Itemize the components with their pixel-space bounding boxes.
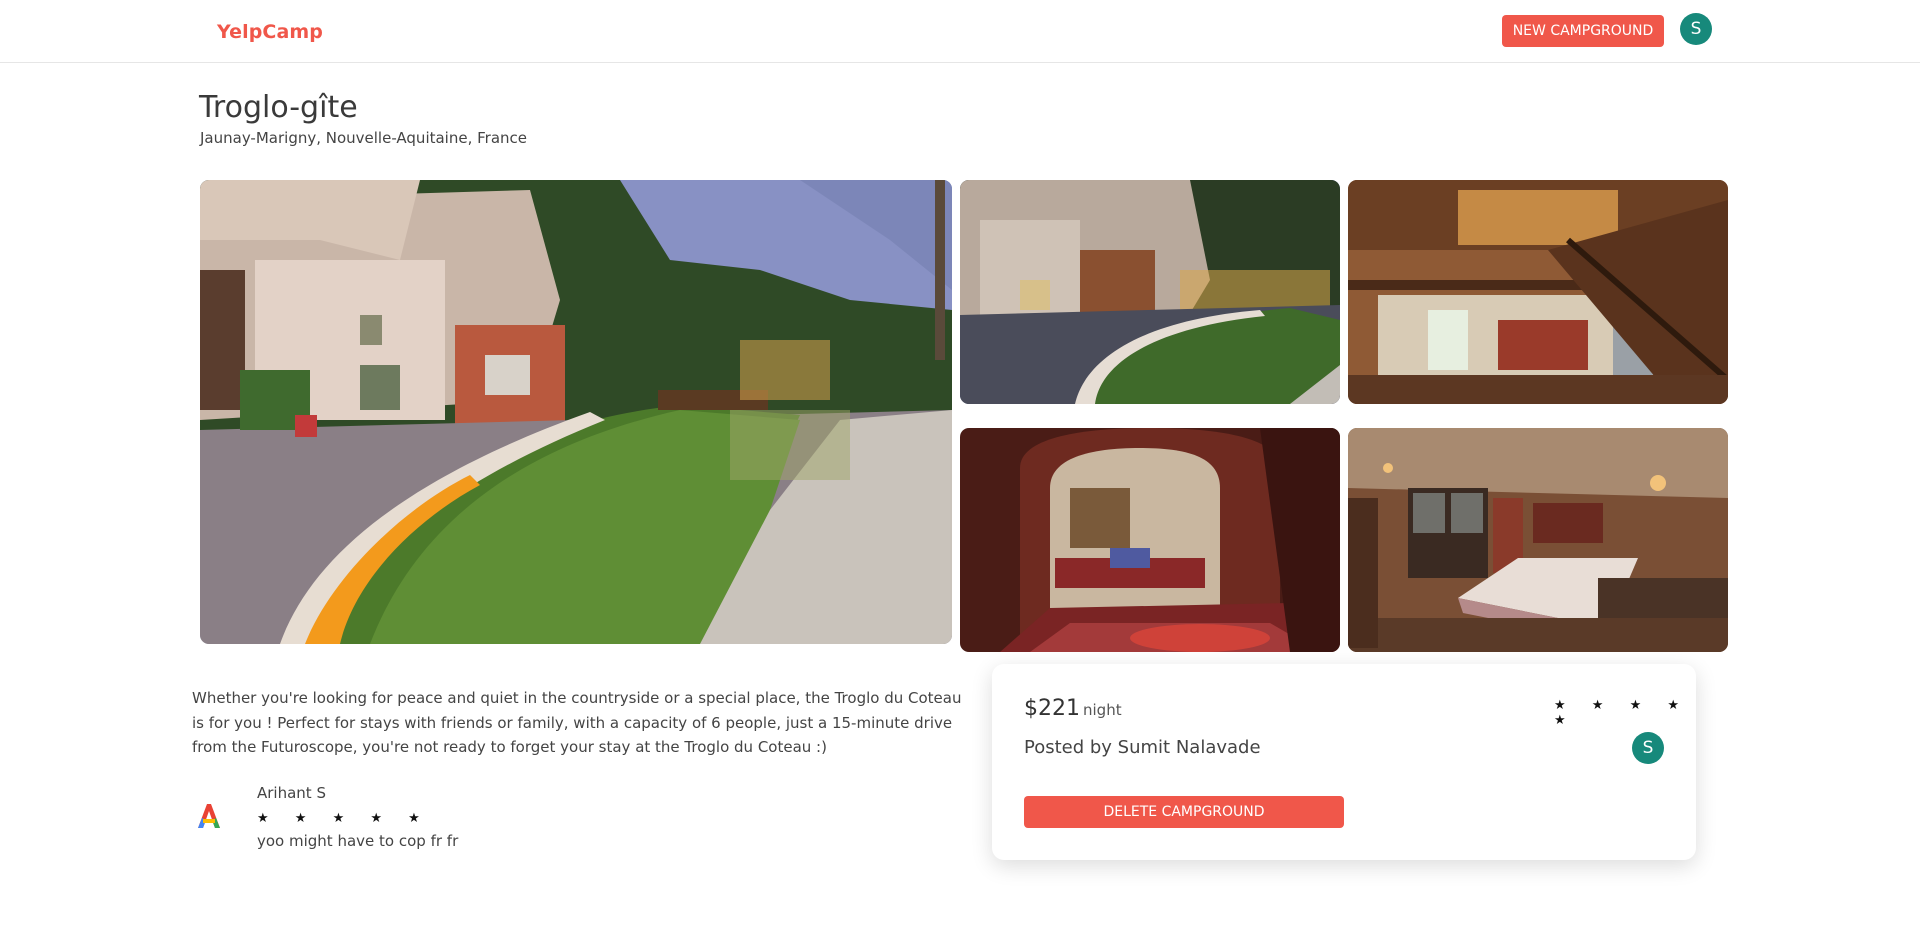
brand-logo[interactable]: YelpCamp (217, 21, 323, 43)
author-avatar[interactable]: S (1632, 732, 1664, 764)
main-photo[interactable] (200, 180, 952, 644)
review-text: yoo might have to cop fr fr (257, 832, 459, 850)
gallery-photo-kitchen[interactable] (1348, 180, 1728, 404)
delete-campground-button[interactable]: DELETE CAMPGROUND (1024, 796, 1344, 828)
price-amount: $221 (1024, 696, 1080, 721)
rating-stars: ★ ★ ★ ★ ★ (1554, 698, 1691, 728)
campground-title: Troglo-gîte (199, 90, 358, 125)
navbar: YelpCamp NEW CAMPGROUND S (0, 0, 1920, 63)
user-avatar[interactable]: S (1680, 13, 1712, 45)
new-campground-button[interactable]: NEW CAMPGROUND (1502, 15, 1664, 47)
gallery-photo-exterior-night[interactable] (960, 180, 1340, 404)
campground-location: Jaunay-Marigny, Nouvelle-Aquitaine, Fran… (200, 129, 527, 147)
gallery-photo-spa[interactable] (960, 428, 1340, 652)
posted-by: Posted by Sumit Nalavade (1024, 737, 1261, 758)
price-unit: night (1083, 701, 1122, 719)
review-author: Arihant S (257, 784, 326, 802)
campground-description: Whether you're looking for peace and qui… (192, 689, 962, 756)
review-rating-stars: ★ ★ ★ ★ ★ (257, 811, 431, 826)
price: $221 night (1024, 696, 1122, 721)
gallery-photo-bedroom[interactable] (1348, 428, 1728, 652)
reviewer-avatar-icon (194, 801, 224, 831)
campground-info-card: $221 night ★ ★ ★ ★ ★ Posted by Sumit Nala… (992, 664, 1696, 860)
